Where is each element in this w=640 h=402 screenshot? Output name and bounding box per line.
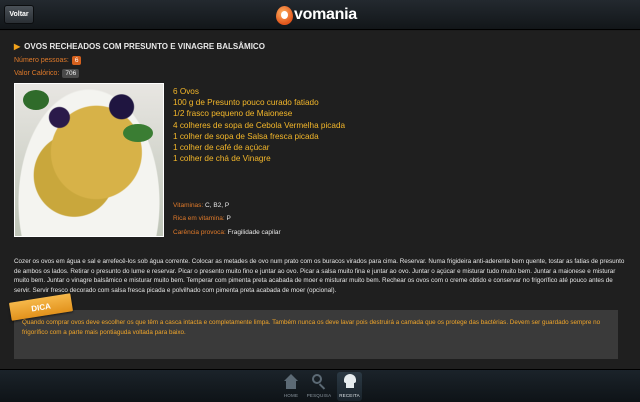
servings-label: Número pessoas: (14, 57, 69, 64)
tip-text: Quando comprar ovos deve escolher os que… (22, 319, 601, 336)
recipe-instructions: Cozer os ovos em água e sal e arrefecê-l… (14, 258, 625, 294)
ingredient-item: 1/2 frasco pequeno de Maionese (173, 109, 293, 119)
tab-search-label: PESQUISA (306, 393, 332, 398)
deficiency-value: Fragilidade capilar (227, 229, 281, 236)
top-bar: Voltar vomania (0, 0, 640, 30)
ingredient-item: 1 colher de chá de Vinagre (173, 154, 271, 164)
rich-vitamin-value: P (226, 215, 231, 222)
servings-value: 6 (71, 56, 82, 65)
recipe-content: ▶ OVOS RECHEADOS COM PRESUNTO E VINAGRE … (0, 31, 640, 369)
vitamins-label: Vitaminas: (173, 202, 204, 209)
tab-recipe[interactable]: RECEITA (337, 372, 362, 401)
egg-logo-icon (276, 5, 293, 25)
ingredient-item: 1 colher de sopa de Salsa fresca picada (173, 131, 319, 141)
search-icon (311, 374, 327, 390)
calories-label: Valor Calórico: (14, 70, 60, 77)
recipe-photo (14, 83, 164, 237)
tip-badge: DICA (8, 293, 74, 321)
tab-home[interactable]: HOME (280, 372, 302, 401)
ingredient-item: 6 Ovos (173, 87, 199, 96)
vitamins-row: Vitaminas: C, B2, P (173, 202, 229, 209)
logo-text: vomania (294, 6, 357, 23)
ingredient-item: 4 colheres de sopa de Cebola Vermelha pi… (173, 120, 346, 130)
ingredient-item: 1 colher de café de açúcar (173, 143, 270, 153)
tip-box: DICA Quando comprar ovos deve escolher o… (8, 293, 618, 359)
triangle-bullet-icon: ▶ (14, 42, 21, 51)
deficiency-row: Carência provoca: Fragilidade capilar (173, 229, 281, 236)
calories-value: 706 (62, 69, 80, 78)
tab-recipe-label: RECEITA (339, 393, 360, 398)
ingredient-item: 100 g de Presunto pouco curado fatiado (173, 98, 319, 108)
photo-herb (123, 124, 153, 142)
home-icon (283, 374, 299, 390)
ingredients-list: 6 Ovos 100 g de Presunto pouco curado fa… (173, 86, 345, 164)
logo: vomania (276, 4, 357, 26)
photo-herb (23, 90, 49, 110)
recipe-title-row: ▶ OVOS RECHEADOS COM PRESUNTO E VINAGRE … (14, 42, 265, 51)
vitamins-value: C, B2, P (205, 202, 230, 209)
chef-hat-icon (342, 374, 358, 390)
tab-home-label: HOME (283, 393, 299, 398)
deficiency-label: Carência provoca: (173, 229, 226, 236)
bottom-tab-bar: HOME PESQUISA RECEITA (0, 369, 640, 402)
tab-search[interactable]: PESQUISA (306, 372, 332, 401)
calories-row: Valor Calórico: 706 (14, 69, 80, 78)
back-button[interactable]: Voltar (4, 5, 34, 24)
recipe-title: OVOS RECHEADOS COM PRESUNTO E VINAGRE BA… (24, 42, 265, 51)
rich-vitamin-label: Rica em vitamina: (173, 215, 225, 222)
rich-vitamin-row: Rica em vitamina: P (173, 215, 231, 222)
servings-row: Número pessoas: 6 (14, 56, 82, 65)
